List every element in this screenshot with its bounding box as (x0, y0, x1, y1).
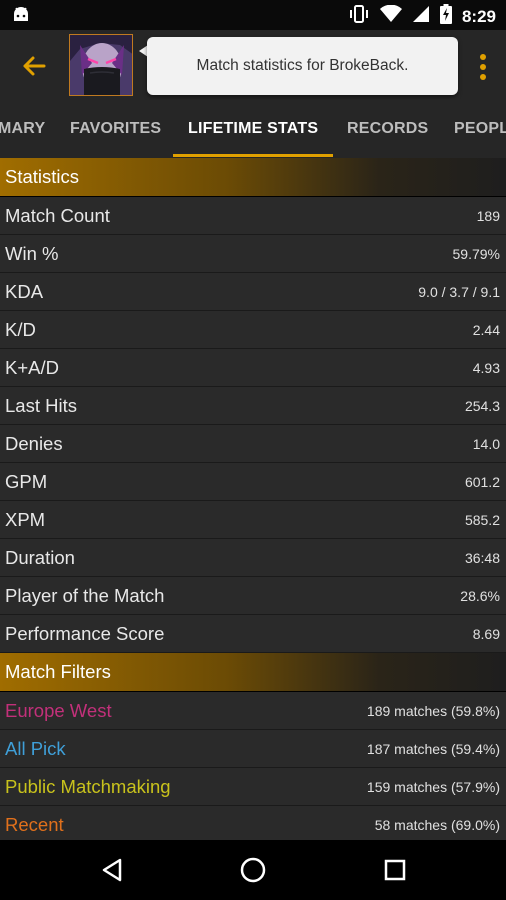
more-options-icon[interactable] (478, 52, 488, 82)
stat-value: 8.69 (472, 626, 500, 642)
filter-row[interactable]: Recent 58 matches (69.0%) (0, 806, 506, 840)
recents-square-icon[interactable] (380, 855, 410, 885)
filter-row[interactable]: All Pick 187 matches (59.4%) (0, 730, 506, 768)
stat-value: 585.2 (464, 512, 500, 528)
stat-row: Performance Score 8.69 (0, 615, 506, 653)
navigation-bar (0, 840, 506, 900)
stat-label: Denies (5, 433, 63, 454)
filter-label: Europe West (5, 700, 112, 721)
stat-row: K/D 2.44 (0, 311, 506, 349)
tab-lifetime-stats[interactable]: LIFETIME STATS (188, 100, 318, 158)
stat-value: 4.93 (472, 360, 500, 376)
filter-row[interactable]: Europe West 189 matches (59.8%) (0, 692, 506, 730)
home-circle-icon[interactable] (238, 855, 268, 885)
stat-row: Last Hits 254.3 (0, 387, 506, 425)
active-tab-indicator (173, 154, 333, 157)
signal-icon (412, 5, 430, 28)
vibrate-icon (348, 4, 370, 29)
stats-list[interactable]: Statistics Match Count 189 Win % 59.79% KDA 9… (0, 158, 506, 840)
stat-label: Match Count (5, 205, 110, 226)
stat-row: K+A/D 4.93 (0, 349, 506, 387)
back-triangle-icon[interactable] (98, 855, 128, 885)
status-time: 8:29 (461, 6, 496, 26)
tab-bar: MARY FAVORITES LIFETIME STATS RECORDS PE… (0, 100, 506, 158)
filter-label: Recent (5, 814, 64, 835)
stat-row: Match Count 189 (0, 197, 506, 235)
stat-label: K/D (5, 319, 36, 340)
stat-row: Duration 36:48 (0, 539, 506, 577)
stat-value: 601.2 (464, 474, 500, 490)
filter-value: 159 matches (57.9%) (366, 779, 500, 795)
tab-records[interactable]: RECORDS (347, 100, 428, 158)
stat-label: Duration (5, 547, 75, 568)
stat-value: 59.79% (452, 246, 500, 262)
stat-row: Denies 14.0 (0, 425, 506, 463)
stat-row: KDA 9.0 / 3.7 / 9.1 (0, 273, 506, 311)
stat-label: Last Hits (5, 395, 77, 416)
stat-label: Win % (5, 243, 59, 264)
tab-summary[interactable]: MARY (0, 100, 45, 158)
filter-value: 189 matches (59.8%) (366, 703, 500, 719)
stat-value: 9.0 / 3.7 / 9.1 (418, 284, 500, 300)
stat-label: Performance Score (5, 623, 165, 644)
android-icon (12, 6, 30, 27)
stat-row: Player of the Match 28.6% (0, 577, 506, 615)
stat-value: 14.0 (472, 436, 500, 452)
stat-value: 189 (476, 208, 500, 224)
stat-label: XPM (5, 509, 46, 530)
stat-label: K+A/D (5, 357, 59, 378)
tab-favorites[interactable]: FAVORITES (70, 100, 161, 158)
stat-value: 2.44 (472, 322, 500, 338)
toast-message: Match statistics for BrokeBack. (147, 37, 458, 95)
tab-people[interactable]: PEOPL (454, 100, 506, 158)
stat-value: 36:48 (464, 550, 500, 566)
match-filters-header: Match Filters (0, 653, 506, 692)
battery-icon (439, 4, 452, 29)
stat-label: KDA (5, 281, 44, 302)
filter-label: All Pick (5, 738, 66, 759)
status-bar: 8:29 (0, 0, 506, 30)
hero-avatar[interactable] (69, 34, 133, 96)
back-arrow-icon[interactable] (18, 50, 50, 82)
stat-label: Player of the Match (5, 585, 165, 606)
filter-value: 58 matches (69.0%) (374, 817, 500, 833)
wifi-icon (379, 4, 402, 28)
filter-row[interactable]: Public Matchmaking 159 matches (57.9%) (0, 768, 506, 806)
statistics-header: Statistics (0, 158, 506, 197)
filter-value: 187 matches (59.4%) (366, 741, 500, 757)
stat-value: 254.3 (464, 398, 500, 414)
stat-label: GPM (5, 471, 48, 492)
stat-row: XPM 585.2 (0, 501, 506, 539)
stat-row: GPM 601.2 (0, 463, 506, 501)
stat-value: 28.6% (460, 588, 500, 604)
filter-label: Public Matchmaking (5, 776, 171, 797)
stat-row: Win % 59.79% (0, 235, 506, 273)
